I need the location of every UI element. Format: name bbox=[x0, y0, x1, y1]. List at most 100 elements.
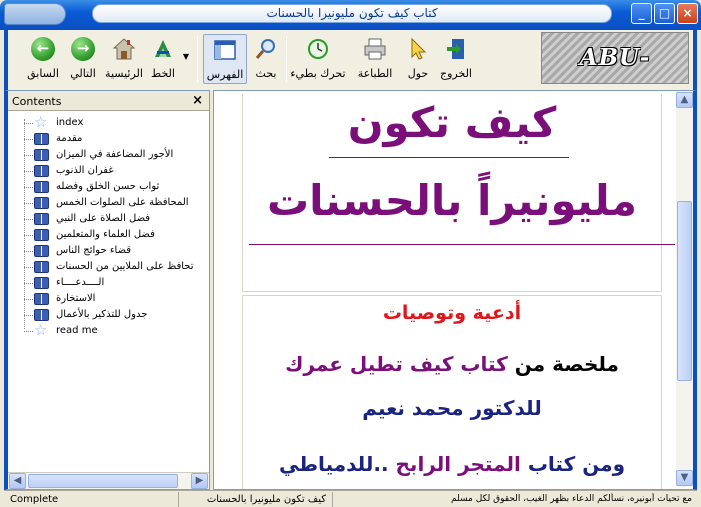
auto-scroll-button[interactable]: تحرك بطيء bbox=[290, 34, 346, 84]
tree-item[interactable]: ☆ index bbox=[20, 113, 210, 131]
font-button[interactable]: الخط bbox=[146, 34, 180, 84]
source-author: ..للدمياطي bbox=[278, 452, 389, 476]
tree-item[interactable]: الأجور المضاعفة في الميزان bbox=[20, 147, 210, 163]
scroll-right-icon[interactable]: ▶ bbox=[191, 473, 208, 489]
font-label: الخط bbox=[151, 67, 175, 80]
tree-item[interactable]: ثواب حسن الخلق وفضله bbox=[20, 179, 210, 195]
tree-item[interactable]: قضاء حوائج الناس bbox=[20, 243, 210, 259]
tree-item[interactable]: جدول للتذكير بالأعمال bbox=[20, 307, 210, 323]
source-book: المتجر الرابح bbox=[395, 452, 521, 476]
toolbar-separator bbox=[286, 36, 287, 82]
horizontal-scrollbar[interactable]: ◀ ▶ bbox=[8, 472, 209, 489]
tree-item[interactable]: المحافظة على الصلوات الخمس bbox=[20, 195, 210, 211]
summary-book: كتاب كيف تطيل عمرك bbox=[285, 352, 508, 376]
heading-line-1: كيف تكون bbox=[347, 98, 557, 147]
app-logo: ABU-NIERA bbox=[541, 32, 689, 121]
star-icon: ☆ bbox=[34, 113, 48, 131]
toolbar-separator bbox=[197, 36, 198, 82]
book-icon bbox=[34, 277, 49, 289]
tree-item[interactable]: مقدمة bbox=[20, 131, 210, 147]
tree-item-label: المحافظة على الصلوات الخمس bbox=[56, 197, 189, 208]
book-icon bbox=[34, 149, 49, 161]
author-line: للدكتور محمد نعيم bbox=[362, 396, 542, 420]
book-icon bbox=[34, 261, 49, 273]
tree-item[interactable]: فضل العلماء والمتعلمين bbox=[20, 227, 210, 243]
scroll-up-icon[interactable]: ▲ bbox=[676, 92, 693, 108]
font-icon bbox=[155, 40, 171, 57]
font-dropdown[interactable]: ▼ bbox=[180, 34, 192, 84]
book-page: كيف تكون مليونيراً بالحسنات أدعية وتوصيا… bbox=[228, 94, 676, 489]
book-icon bbox=[34, 165, 49, 177]
back-label: السابق bbox=[27, 67, 59, 80]
tree-connector bbox=[24, 283, 33, 284]
close-panel-icon[interactable]: × bbox=[192, 93, 203, 108]
home-label: الرئيسية bbox=[105, 67, 143, 80]
tree-item[interactable]: الــــدعــــاء bbox=[20, 275, 210, 291]
status-bar: Complete كيف تكون مليونيرا بالحسنات مع ت… bbox=[4, 490, 697, 507]
tree-item-label: الــــدعــــاء bbox=[56, 277, 105, 288]
scroll-down-icon[interactable]: ▼ bbox=[676, 470, 693, 486]
system-menu-icon[interactable] bbox=[4, 3, 66, 25]
scroll-thumb[interactable] bbox=[28, 474, 178, 488]
home-icon bbox=[112, 38, 136, 60]
book-icon bbox=[34, 309, 49, 321]
tree-item[interactable]: ☆ read me bbox=[20, 322, 210, 339]
back-button[interactable]: ← السابق bbox=[22, 34, 64, 84]
title-bar: كتاب كيف تكون مليونيرا بالحسنات _ □ × bbox=[0, 0, 701, 30]
status-page-title: كيف تكون مليونيرا بالحسنات bbox=[206, 494, 326, 505]
print-button[interactable]: الطباعة bbox=[352, 34, 398, 84]
magnifier-icon bbox=[255, 39, 275, 59]
tree-connector bbox=[24, 267, 33, 268]
clock-icon bbox=[308, 39, 328, 59]
index-button[interactable]: الفهرس bbox=[203, 34, 247, 84]
tree-item[interactable]: غفران الذنوب bbox=[20, 163, 210, 179]
contents-panel: Contents × ☆ index مقدمة الأجور المضاعفة في… bbox=[4, 90, 210, 490]
vertical-scrollbar[interactable]: ▲ ▼ bbox=[676, 91, 693, 487]
scroll-thumb[interactable] bbox=[677, 201, 692, 381]
tree-item[interactable]: الاستخارة bbox=[20, 291, 210, 307]
auto-scroll-label: تحرك بطيء bbox=[290, 67, 346, 80]
home-button[interactable]: الرئيسية bbox=[104, 34, 144, 84]
toolbar: ← السابق → التالي الرئيسية الخط ▼ الفهرس bbox=[4, 30, 697, 121]
tree-item[interactable]: فضل الصلاة على النبي bbox=[20, 211, 210, 227]
tree-item[interactable]: تحافظ على الملايين من الحسنات bbox=[20, 259, 210, 275]
tree-connector bbox=[24, 299, 33, 300]
description-block: أدعية وتوصيات ملخصة من كتاب كيف تطيل عمر… bbox=[242, 295, 662, 489]
minimize-button[interactable]: _ bbox=[631, 3, 652, 24]
tree-connector bbox=[24, 171, 33, 172]
tree-item-label: الاستخارة bbox=[56, 293, 96, 304]
chevron-down-icon: ▼ bbox=[182, 52, 190, 61]
about-button[interactable]: حول bbox=[404, 34, 432, 84]
about-label: حول bbox=[407, 67, 429, 80]
book-icon bbox=[34, 213, 49, 225]
tree-item-label: الأجور المضاعفة في الميزان bbox=[56, 149, 174, 160]
tree-item-label: جدول للتذكير بالأعمال bbox=[56, 309, 148, 320]
printer-icon bbox=[364, 38, 386, 60]
status-credits: مع تحيات أبونيره، نسألكم الدعاء بظهر الغ… bbox=[451, 494, 692, 504]
print-label: الطباعة bbox=[357, 67, 393, 80]
tree-connector bbox=[24, 155, 33, 156]
tree-item-label: index bbox=[56, 117, 84, 128]
source-prefix: ومن bbox=[582, 452, 626, 476]
heading-underline bbox=[329, 157, 569, 158]
book-icon bbox=[34, 181, 49, 193]
search-button[interactable]: بحث bbox=[251, 34, 281, 84]
forward-button[interactable]: → التالي bbox=[64, 34, 102, 84]
window-title: كتاب كيف تكون مليونيرا بالحسنات bbox=[92, 4, 612, 23]
maximize-button[interactable]: □ bbox=[654, 3, 675, 24]
exit-button[interactable]: الخروج bbox=[436, 34, 476, 84]
tree-connector bbox=[24, 235, 33, 236]
content-view: كيف تكون مليونيراً بالحسنات أدعية وتوصيا… bbox=[213, 90, 697, 490]
scroll-left-icon[interactable]: ◀ bbox=[9, 473, 26, 489]
forward-label: التالي bbox=[70, 67, 96, 80]
tree-connector bbox=[24, 315, 33, 316]
tree-item-label: قضاء حوائج الناس bbox=[56, 245, 132, 256]
book-icon bbox=[34, 245, 49, 257]
index-label: الفهرس bbox=[206, 68, 244, 81]
search-label: بحث bbox=[255, 67, 277, 80]
tree-item-label: read me bbox=[56, 325, 98, 336]
tree-connector bbox=[24, 251, 33, 252]
tree-item-label: فضل العلماء والمتعلمين bbox=[56, 229, 155, 240]
close-button[interactable]: × bbox=[677, 3, 698, 24]
book-icon bbox=[34, 293, 49, 305]
